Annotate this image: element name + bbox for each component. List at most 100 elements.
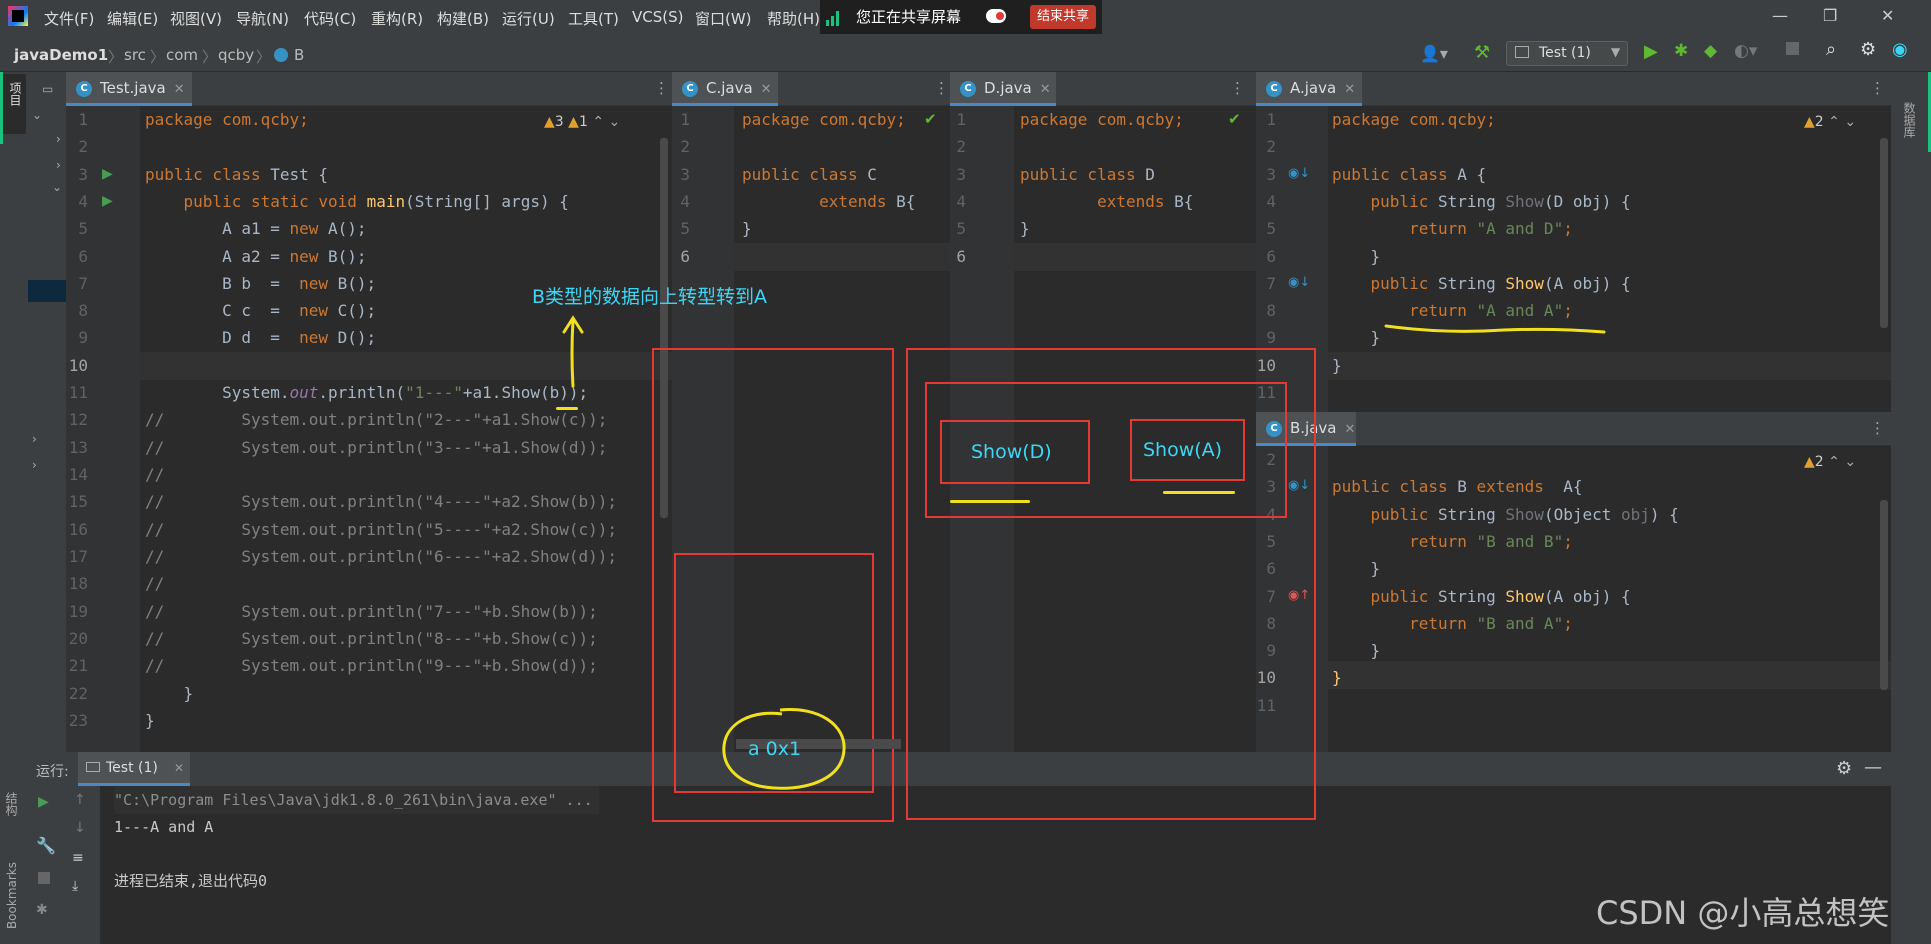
tab-test-java[interactable]: C Test.java ✕	[66, 72, 192, 106]
soft-wrap-icon[interactable]: ≡	[72, 850, 84, 866]
run-gutter-icon[interactable]: ▶	[102, 193, 113, 209]
breadcrumb-com[interactable]: com	[166, 46, 198, 64]
a-tab-bar: C A.java ✕ ⋮	[1256, 72, 1891, 106]
vertical-scrollbar[interactable]	[1880, 138, 1888, 328]
update-icon[interactable]: ◉	[1892, 39, 1908, 60]
check-icon: ✔	[1228, 110, 1241, 128]
run-label: 运行:	[36, 764, 69, 780]
up-arrow-icon[interactable]: ↑	[74, 792, 86, 808]
menu-run[interactable]: 运行(U)	[502, 8, 555, 29]
tab-d-java[interactable]: C D.java ✕	[950, 72, 1056, 106]
underline-annotation	[950, 500, 1030, 503]
implemented-gutter-icon[interactable]: ◉↓	[1288, 166, 1310, 181]
chevron-right-icon[interactable]: ›	[56, 132, 61, 146]
menu-window[interactable]: 窗口(W)	[695, 8, 752, 29]
more-icon[interactable]: ⋮	[1230, 79, 1245, 97]
menu-help[interactable]: 帮助(H)	[767, 8, 820, 29]
run-icon[interactable]: ▶	[1644, 41, 1658, 62]
breadcrumb-project[interactable]: javaDemo1	[14, 46, 108, 64]
rerun-icon[interactable]: ▶	[38, 794, 49, 810]
coverage-icon[interactable]: ◆	[1704, 41, 1717, 61]
more-icon[interactable]: ⋮	[654, 79, 669, 97]
left-tool-strip: 项目 结构 Bookmarks	[0, 72, 28, 944]
close-tab-icon[interactable]: ✕	[174, 761, 184, 775]
bookmarks-tool-button[interactable]: Bookmarks	[5, 862, 19, 929]
database-tool-button[interactable]: 数据库	[1901, 102, 1918, 138]
editor-b[interactable]: 2 3 4 5 6 7 8 9 10 11 public class B ext…	[1256, 446, 1891, 752]
more-icon[interactable]: ⋮	[1870, 419, 1885, 437]
structure-tool-button[interactable]: 结构	[3, 792, 20, 816]
intellij-logo-icon	[8, 6, 28, 26]
wrench-icon[interactable]: 🔧	[36, 836, 56, 855]
warning-count[interactable]: ▲3 ▲1 ⌃ ⌄	[544, 114, 620, 130]
more-icon[interactable]: ⋮	[1870, 79, 1885, 97]
class-icon	[274, 48, 288, 62]
overridden-gutter-icon[interactable]: ◉↓	[1288, 275, 1310, 290]
navigation-bar: javaDemo1 〉 src 〉 com 〉 qcby 〉 B 👤▾ ⚒ Te…	[0, 34, 1931, 72]
menu-vcs[interactable]: VCS(S)	[632, 8, 683, 26]
close-tab-icon[interactable]: ✕	[761, 82, 772, 97]
settings-icon[interactable]: ⚙	[1836, 758, 1852, 779]
settings-icon[interactable]: ⚙	[1860, 39, 1876, 60]
run-left-toolbar: ▶ 🔧 ✱	[28, 786, 64, 944]
menu-refactor[interactable]: 重构(R)	[371, 8, 423, 29]
down-arrow-icon[interactable]: ↓	[74, 820, 86, 836]
chevron-right-icon[interactable]: ›	[32, 458, 37, 472]
stop-icon[interactable]	[38, 872, 50, 884]
menu-file[interactable]: 文件(F)	[44, 8, 94, 29]
vertical-scrollbar[interactable]	[1880, 500, 1888, 690]
signal-icon	[826, 10, 842, 26]
scroll-end-icon[interactable]: ⤓	[72, 878, 78, 894]
close-tab-icon[interactable]: ✕	[1345, 422, 1356, 437]
menu-build[interactable]: 构建(B)	[437, 8, 489, 29]
breadcrumb-src[interactable]: src	[124, 46, 146, 64]
minimize-icon[interactable]: —	[1772, 6, 1788, 25]
run-config-select[interactable]: Test (1) ▼	[1506, 41, 1628, 66]
share-status: 您正在共享屏幕	[856, 8, 962, 26]
close-tab-icon[interactable]: ✕	[174, 82, 185, 97]
profile-icon[interactable]: ◐▾	[1734, 41, 1757, 61]
config-icon	[1515, 46, 1529, 58]
test-tab-bar: C Test.java ✕ ⋮	[66, 72, 672, 106]
editor-a[interactable]: 1 2 3 4 5 6 7 8 9 10 11 package com.qcby…	[1256, 106, 1891, 412]
hammer-icon[interactable]: ⚒	[1474, 42, 1490, 63]
breadcrumb-qcby[interactable]: qcby	[218, 46, 254, 64]
breadcrumb-b[interactable]: B	[294, 46, 304, 64]
bug-icon[interactable]: ✱	[36, 902, 48, 918]
close-tab-icon[interactable]: ✕	[1040, 82, 1051, 97]
menu-code[interactable]: 代码(C)	[304, 8, 356, 29]
tab-a-java[interactable]: C A.java ✕	[1256, 72, 1362, 106]
show-a-annotation: Show(A)	[1143, 439, 1223, 461]
close-tab-icon[interactable]: ✕	[1344, 82, 1355, 97]
warning-count[interactable]: ▲2 ⌃ ⌄	[1804, 454, 1856, 470]
user-icon[interactable]: 👤▾	[1420, 44, 1448, 63]
menu-tools[interactable]: 工具(T)	[568, 8, 619, 29]
chevron-right-icon[interactable]: ›	[56, 158, 61, 172]
underline-annotation	[1163, 491, 1235, 494]
run-tab[interactable]: Test (1) ✕	[78, 752, 190, 786]
restore-icon[interactable]: ❐	[1823, 6, 1837, 25]
tab-c-java[interactable]: C C.java ✕	[672, 72, 778, 106]
project-panel: ▭ ⌄ › › ⌄ › ›	[28, 72, 66, 752]
menu-edit[interactable]: 编辑(E)	[107, 8, 158, 29]
chevron-down-icon[interactable]: ⌄	[32, 108, 42, 122]
debug-icon[interactable]: ✱	[1674, 41, 1688, 61]
show-d-annotation: Show(D)	[971, 441, 1052, 463]
run-gutter-icon[interactable]: ▶	[102, 166, 113, 182]
chevron-right-icon[interactable]: ›	[32, 432, 37, 446]
project-tool-button[interactable]: 项目	[2, 74, 26, 134]
end-share-button[interactable]: 结束共享	[1030, 5, 1096, 29]
chevron-down-icon[interactable]: ⌄	[52, 180, 62, 194]
menu-view[interactable]: 视图(V)	[170, 8, 222, 29]
up-arrow-annotation	[562, 315, 584, 388]
stop-icon[interactable]	[1786, 42, 1799, 55]
upcast-annotation: B类型的数据向上转型转到A	[532, 286, 768, 308]
editor-test[interactable]: 1 2 3 4 5 6 7 8 9 10 11 12 13 14 15 16 1…	[66, 106, 672, 752]
more-icon[interactable]: ⋮	[934, 79, 949, 97]
close-window-icon[interactable]: ✕	[1881, 6, 1894, 25]
b-tab-bar: C B.java ✕ ⋮	[1256, 412, 1891, 446]
menu-navigate[interactable]: 导航(N)	[236, 8, 289, 29]
search-icon[interactable]: ⌕	[1826, 39, 1836, 60]
hide-panel-icon[interactable]: —	[1864, 757, 1882, 778]
warning-count[interactable]: ▲2 ⌃ ⌄	[1804, 114, 1856, 130]
